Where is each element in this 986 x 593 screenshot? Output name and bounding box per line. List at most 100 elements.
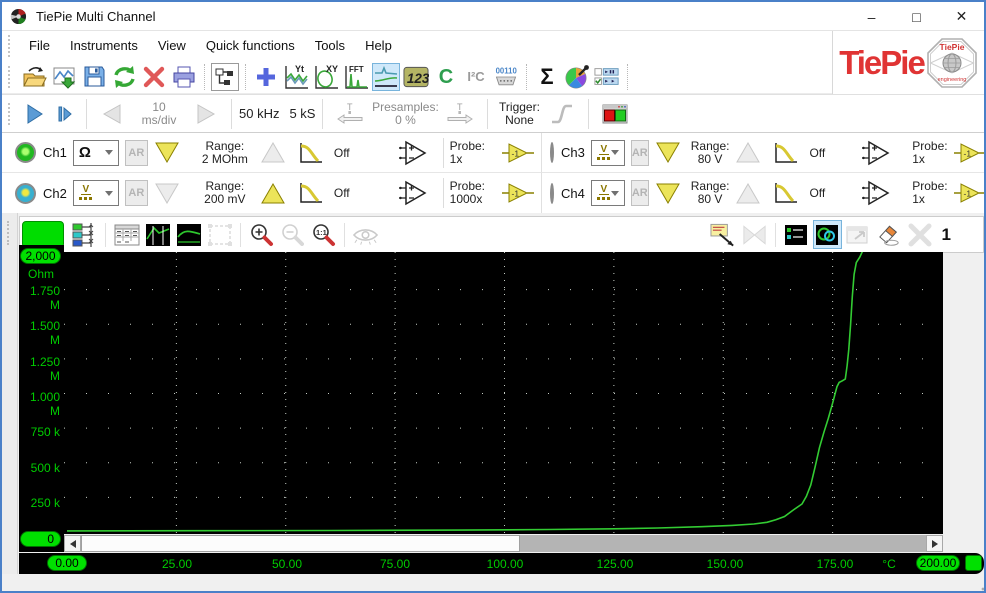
sum-button[interactable]: Σ (533, 63, 561, 91)
xy-graph-button[interactable]: XY (312, 63, 340, 91)
close-button[interactable]: ✕ (939, 2, 984, 31)
popout-button[interactable] (844, 220, 873, 249)
ch3-coupling-button[interactable] (855, 138, 897, 168)
ch1-range-display[interactable]: Range: 2 MOhm (196, 140, 254, 166)
minimize-button[interactable]: – (849, 2, 894, 31)
ch1-probe-display[interactable]: Probe: 1x (450, 140, 496, 166)
cursor-graph-button[interactable] (143, 220, 172, 249)
resize-grip[interactable] (973, 587, 985, 593)
ch2-autorange-button[interactable]: AR (125, 180, 148, 206)
timebase-decrease-button[interactable] (94, 99, 130, 129)
ch3-range-up-button[interactable] (729, 138, 767, 168)
ch2-led[interactable] (15, 183, 36, 204)
ch2-probe-display[interactable]: Probe: 1000x (450, 180, 496, 206)
axis-color-chip[interactable] (22, 221, 64, 248)
print-button[interactable] (170, 63, 198, 91)
x-axis-max-field[interactable]: 200.00 (916, 555, 960, 571)
horizontal-scrollbar[interactable] (64, 535, 943, 552)
ch4-probe-display[interactable]: Probe: 1x (912, 180, 947, 206)
presamples-decrease-button[interactable]: T (330, 99, 370, 129)
ch2-range-down-button[interactable] (148, 178, 186, 208)
ch1-unit-dropdown[interactable]: Ω (73, 140, 119, 166)
ch2-range-up-button[interactable] (254, 178, 292, 208)
menu-help[interactable]: Help (355, 35, 402, 56)
zoom-in-button[interactable] (247, 220, 276, 249)
ch4-range-up-button[interactable] (729, 178, 767, 208)
y-axis-min-field[interactable]: 0 (20, 531, 61, 547)
ch1-coupling-button[interactable] (392, 138, 434, 168)
eraser-button[interactable] (875, 220, 904, 249)
add-graph-button[interactable] (252, 63, 280, 91)
menu-view[interactable]: View (148, 35, 196, 56)
menu-quick-functions[interactable]: Quick functions (196, 35, 305, 56)
ch3-invert-button[interactable]: -1 (948, 138, 986, 168)
presamples-display[interactable]: Presamples: 0 % (370, 101, 440, 127)
ch4-autorange-button[interactable]: AR (631, 180, 649, 206)
sample-rate-value[interactable]: 50 kHz (239, 106, 279, 121)
instrument-panel-button[interactable] (596, 99, 634, 129)
ch4-coupling-button[interactable] (855, 178, 897, 208)
ch3-range-down-button[interactable] (649, 138, 687, 168)
visibility-button[interactable] (351, 220, 380, 249)
ch1-filter-button[interactable] (292, 138, 330, 168)
table-view-button[interactable] (112, 220, 141, 249)
maximize-button[interactable]: □ (894, 2, 939, 31)
start-button[interactable] (19, 99, 51, 129)
trigger-display[interactable]: Trigger: None (495, 101, 543, 127)
y-axis-max-field[interactable]: 2,000 M (20, 248, 61, 264)
meter-button[interactable]: 123 (402, 63, 430, 91)
yt-graph-button[interactable]: Yt (282, 63, 310, 91)
ch3-filter-button[interactable] (767, 138, 805, 168)
refresh-button[interactable] (110, 63, 138, 91)
zoom-out-button[interactable] (278, 220, 307, 249)
ch3-range-display[interactable]: Range: 80 V (691, 140, 730, 166)
ch1-range-up-button[interactable] (254, 138, 292, 168)
oneshot-button[interactable] (51, 99, 79, 129)
ch2-invert-button[interactable]: -1 (496, 178, 540, 208)
scrollbar-thumb[interactable] (81, 535, 520, 552)
line-graph-button[interactable] (372, 63, 400, 91)
color-scheme-button[interactable] (563, 63, 591, 91)
io-indicator-button[interactable] (813, 220, 842, 249)
axes-settings-button[interactable] (70, 220, 99, 249)
plot-area[interactable] (64, 252, 943, 534)
serial-monitor-button[interactable]: 00110 (492, 63, 520, 91)
ch2-unit-dropdown[interactable]: V (73, 180, 119, 206)
trigger-slope-button[interactable] (543, 99, 581, 129)
ch2-coupling-button[interactable] (392, 178, 434, 208)
ch2-range-display[interactable]: Range: 200 mV (196, 180, 254, 206)
i2c-button[interactable]: I²C (462, 63, 490, 91)
ch4-range-display[interactable]: Range: 80 V (691, 180, 730, 206)
ch1-range-down-button[interactable] (148, 138, 186, 168)
open-button[interactable] (20, 63, 48, 91)
object-tree-button[interactable] (211, 63, 239, 91)
legend-button[interactable] (782, 220, 811, 249)
delete-button[interactable] (140, 63, 168, 91)
menu-file[interactable]: File (19, 35, 60, 56)
ch3-autorange-button[interactable]: AR (631, 140, 649, 166)
ch2-filter-button[interactable] (292, 178, 330, 208)
ch4-range-down-button[interactable] (649, 178, 687, 208)
autorun-settings-button[interactable] (593, 63, 621, 91)
ch4-led[interactable] (550, 183, 554, 204)
selection-button[interactable] (205, 220, 234, 249)
ch4-unit-dropdown[interactable]: V (591, 180, 625, 206)
remove-comment-button[interactable] (740, 220, 769, 249)
x-axis-min-field[interactable]: 0.00 (47, 555, 87, 571)
ch3-led[interactable] (550, 142, 554, 163)
ch1-autorange-button[interactable]: AR (125, 140, 148, 166)
clear-graph-button[interactable] (906, 220, 935, 249)
menu-tools[interactable]: Tools (305, 35, 355, 56)
add-comment-button[interactable] (709, 220, 738, 249)
ch4-filter-button[interactable] (767, 178, 805, 208)
ch3-unit-dropdown[interactable]: V (591, 140, 625, 166)
crescent-button[interactable]: C (432, 63, 460, 91)
ch1-led[interactable] (15, 142, 36, 163)
fft-graph-button[interactable]: FFT (342, 63, 370, 91)
scroll-right-button[interactable] (926, 535, 943, 552)
scroll-left-button[interactable] (64, 535, 81, 552)
timebase-display[interactable]: 10 ms/div (130, 101, 188, 127)
zoom-reset-button[interactable]: 1:1 (309, 220, 338, 249)
presamples-increase-button[interactable]: T (440, 99, 480, 129)
ch4-invert-button[interactable]: -1 (948, 178, 986, 208)
